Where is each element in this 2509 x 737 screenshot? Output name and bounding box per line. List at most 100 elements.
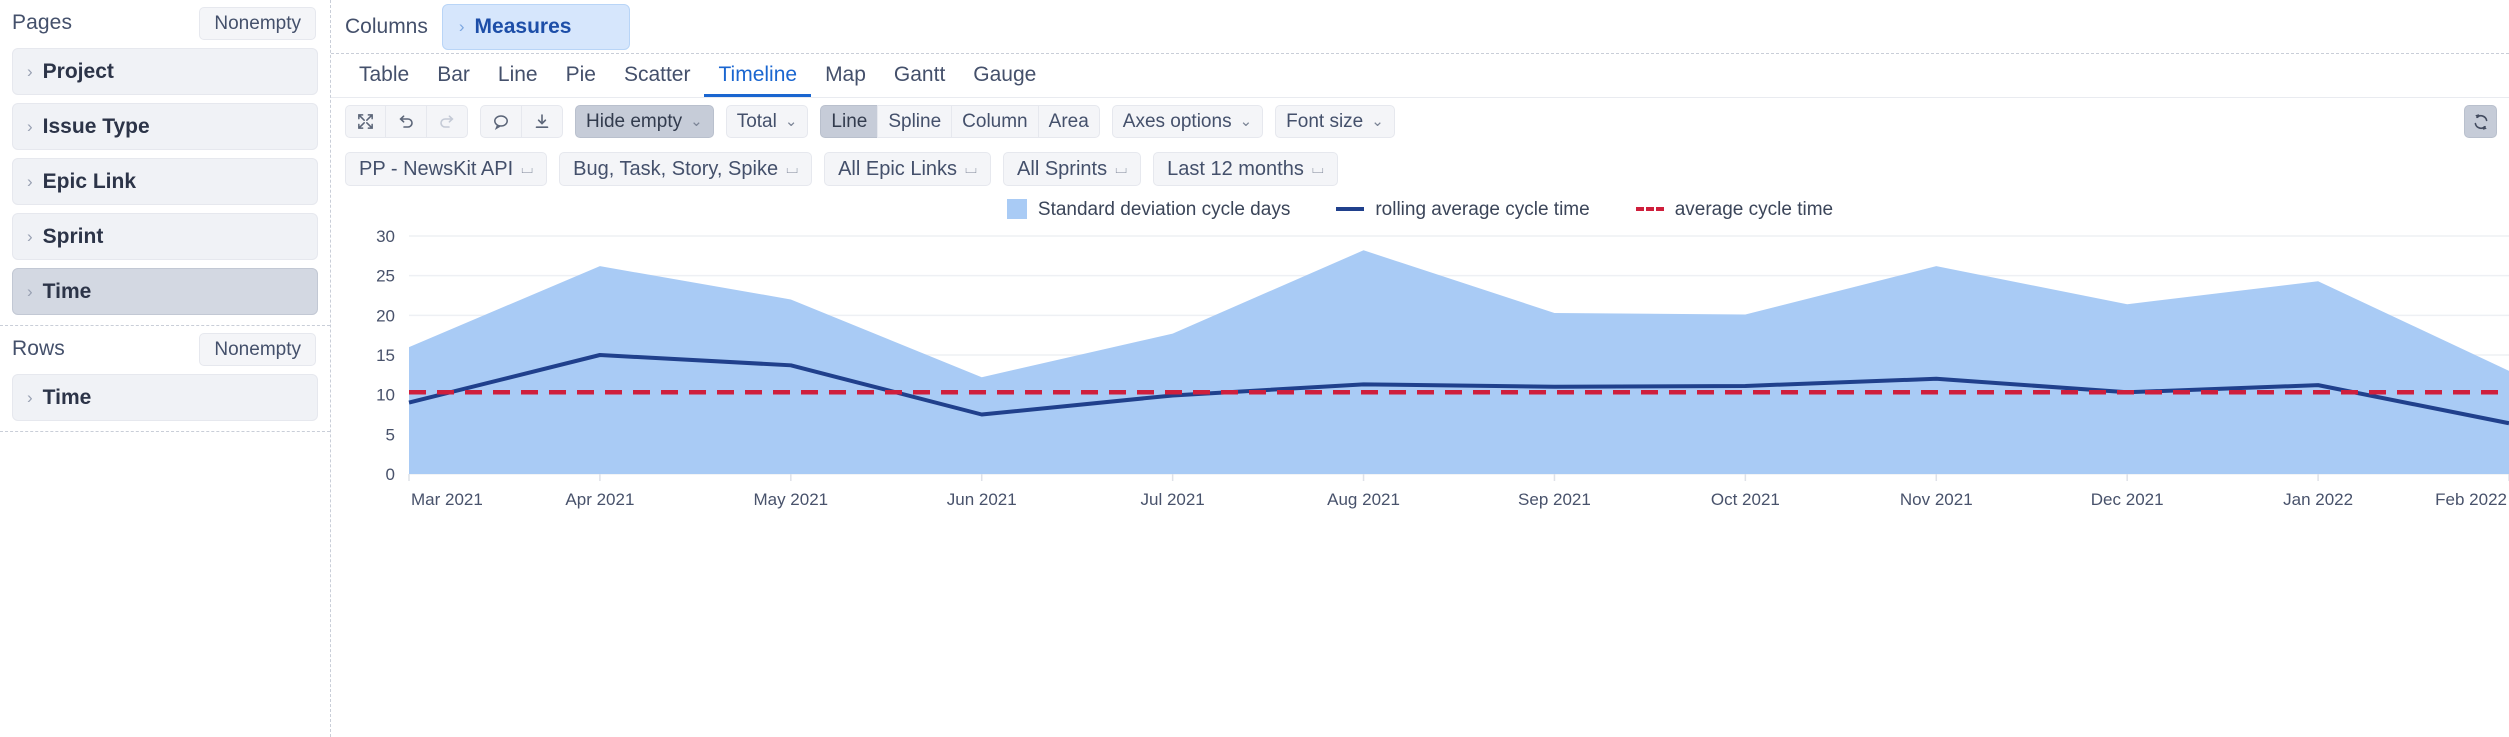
filter-label: All Sprints	[1017, 159, 1107, 179]
pages-field-time[interactable]: › Time	[12, 268, 318, 315]
pages-field-issue-type[interactable]: ›Issue Type	[12, 103, 318, 150]
rows-field-label: Time	[43, 386, 92, 410]
pages-field-label: Project	[43, 60, 114, 84]
chart-style-line-button[interactable]: Line	[820, 105, 877, 138]
redo-button[interactable]	[426, 105, 468, 138]
axes-options-button[interactable]: Axes options ⌄	[1112, 105, 1263, 138]
timeline-chart[interactable]: 051015202530Mar 2021Apr 2021May 2021Jun …	[331, 226, 2509, 526]
pages-field-label: Issue Type	[43, 115, 150, 139]
tab-line[interactable]: Line	[484, 64, 552, 97]
legend-swatch-icon	[1636, 207, 1664, 211]
x-axis-tick-label: Mar 2021	[411, 490, 483, 509]
pages-field-project[interactable]: › Project	[12, 48, 318, 95]
pages-title: Pages	[12, 11, 72, 35]
x-axis-tick-label: Sep 2021	[1518, 490, 1591, 509]
y-axis-tick-label: 5	[386, 425, 395, 444]
y-axis-tick-label: 15	[376, 346, 395, 365]
chart-style-area-button[interactable]: Area	[1038, 105, 1100, 138]
total-label: Total	[737, 112, 777, 131]
chevron-right-icon: ›	[27, 173, 33, 190]
chevron-right-icon: ›	[27, 63, 33, 80]
chart-style-group: Line Spline Column Area	[820, 105, 1099, 138]
chart-style-spline-button[interactable]: Spline	[877, 105, 951, 138]
hide-empty-label: Hide empty	[586, 112, 682, 131]
tab-timeline[interactable]: Timeline	[704, 64, 811, 97]
shelves-panel: Pages Nonempty ›Project›Issue Type›Epic …	[0, 0, 331, 737]
columns-shelf: Columns › Measures	[331, 0, 2509, 54]
pages-field-label: Time	[43, 280, 92, 304]
filter-all-epic-links[interactable]: All Epic Links⌴	[824, 152, 991, 186]
chevron-right-icon: ›	[27, 283, 33, 300]
download-icon	[532, 112, 552, 132]
rows-nonempty-button[interactable]: Nonempty	[199, 333, 316, 366]
tab-pie[interactable]: Pie	[552, 64, 610, 97]
chart-style-label: Column	[962, 112, 1027, 131]
measures-label: Measures	[475, 15, 572, 39]
chart-style-label: Line	[831, 112, 867, 131]
x-axis-tick-label: Jul 2021	[1140, 490, 1204, 509]
redo-icon	[437, 112, 457, 132]
chart-legend: Standard deviation cycle days rolling ave…	[331, 192, 2509, 226]
rows-field-time[interactable]: › Time	[12, 374, 318, 421]
legend-item[interactable]: rolling average cycle time	[1336, 200, 1589, 219]
filter-label: Last 12 months	[1167, 159, 1304, 179]
chart-style-label: Area	[1049, 112, 1089, 131]
chevron-down-icon: ⌴	[786, 161, 798, 176]
y-axis-tick-label: 10	[376, 386, 395, 405]
tab-gantt[interactable]: Gantt	[880, 64, 959, 97]
rows-title: Rows	[12, 337, 65, 361]
tab-table[interactable]: Table	[345, 64, 423, 97]
font-size-button[interactable]: Font size ⌄	[1275, 105, 1395, 138]
rows-shelf-header: Rows Nonempty	[12, 332, 318, 366]
font-size-label: Font size	[1286, 112, 1363, 131]
x-axis-tick-label: Feb 2022	[2435, 490, 2507, 509]
chevron-down-icon: ⌄	[1371, 114, 1384, 129]
history-icon-group	[345, 105, 468, 138]
legend-item[interactable]: average cycle time	[1636, 200, 1833, 219]
chevron-down-icon: ⌴	[521, 161, 533, 176]
x-axis-tick-label: May 2021	[753, 490, 828, 509]
tab-bar[interactable]: Bar	[423, 64, 484, 97]
pages-shelf: Pages Nonempty ›Project›Issue Type›Epic …	[0, 0, 330, 326]
chevron-down-icon: ⌴	[1312, 161, 1324, 176]
columns-label: Columns	[345, 15, 428, 39]
filter-all-sprints[interactable]: All Sprints⌴	[1003, 152, 1141, 186]
tab-map[interactable]: Map	[811, 64, 880, 97]
x-axis-tick-label: Jan 2022	[2283, 490, 2353, 509]
chevron-down-icon: ⌄	[690, 114, 703, 129]
fullscreen-icon	[356, 112, 375, 131]
legend-item[interactable]: Standard deviation cycle days	[1007, 199, 1290, 219]
hide-empty-button[interactable]: Hide empty ⌄	[575, 105, 714, 138]
analytics-app: Pages Nonempty ›Project›Issue Type›Epic …	[0, 0, 2509, 737]
comment-button[interactable]	[480, 105, 521, 138]
undo-button[interactable]	[385, 105, 426, 138]
pages-field-label: Epic Link	[43, 170, 136, 194]
filter-last-12-months[interactable]: Last 12 months ⌴	[1153, 152, 1338, 186]
chart-toolbar: Hide empty ⌄ Total ⌄ Line Spline Column Are…	[331, 98, 2509, 145]
legend-swatch-icon	[1336, 207, 1364, 211]
x-axis-tick-label: Aug 2021	[1327, 490, 1400, 509]
pages-field-sprint[interactable]: ›Sprint	[12, 213, 318, 260]
total-button[interactable]: Total ⌄	[726, 105, 809, 138]
visualization-panel: Columns › Measures TableBarLinePieScatte…	[331, 0, 2509, 737]
measures-field-pill[interactable]: › Measures	[442, 4, 630, 50]
chevron-down-icon: ⌄	[1240, 114, 1253, 129]
refresh-button[interactable]	[2464, 105, 2497, 138]
x-axis-tick-label: Dec 2021	[2091, 490, 2164, 509]
filter-pp-newskit-api[interactable]: PP - NewsKit API⌴	[345, 152, 547, 186]
pages-field-epic-link[interactable]: › Epic Link	[12, 158, 318, 205]
filter-bug-task-story-spike[interactable]: Bug, Task, Story, Spike⌴	[559, 152, 812, 186]
pages-shelf-header: Pages Nonempty	[12, 6, 318, 40]
x-axis-tick-label: Apr 2021	[565, 490, 634, 509]
y-axis-tick-label: 30	[376, 227, 395, 246]
chart-style-column-button[interactable]: Column	[951, 105, 1037, 138]
tab-scatter[interactable]: Scatter	[610, 64, 705, 97]
filter-label: All Epic Links	[838, 159, 957, 179]
tab-gauge[interactable]: Gauge	[959, 64, 1050, 97]
chevron-right-icon: ›	[27, 389, 33, 406]
refresh-icon	[2471, 112, 2491, 132]
fullscreen-icon-button[interactable]	[345, 105, 385, 138]
download-button[interactable]	[521, 105, 563, 138]
pages-nonempty-button[interactable]: Nonempty	[199, 7, 316, 40]
comment-icon	[491, 112, 511, 132]
